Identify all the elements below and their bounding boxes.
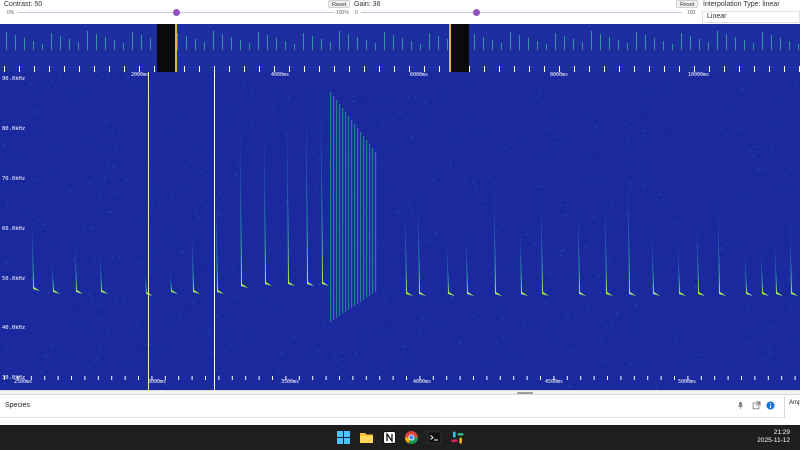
notion-icon[interactable] (381, 429, 398, 446)
contrast-min-label: 0% (7, 10, 15, 16)
spectrogram-canvas (0, 72, 800, 390)
overview-time-label: 8000ms (550, 72, 569, 78)
clock-time: 21:29 (773, 429, 790, 436)
freq-label: 80.0kHz (2, 126, 26, 132)
contrast-slider-thumb[interactable] (172, 9, 180, 16)
noise-layer (0, 72, 800, 390)
microphone-icon[interactable] (736, 401, 745, 410)
gain-max-label: 100 (687, 10, 696, 16)
overview-time-label: 10000ms (688, 72, 710, 78)
overview-window-left-mask (157, 24, 177, 72)
windows-start-icon[interactable] (335, 429, 352, 446)
bat-calls (32, 82, 798, 322)
info-icon[interactable] (766, 401, 775, 410)
os-taskbar: 21:29 2025-11-12 (0, 425, 800, 450)
overview-window-left-handle[interactable] (175, 24, 177, 72)
overview-time-label: 6000ms (410, 72, 429, 78)
interpolation-select[interactable]: Linear (702, 11, 800, 23)
gain-slider-thumb[interactable] (473, 9, 481, 16)
freq-label: 50.0kHz (2, 276, 26, 282)
overview-waveform (4, 31, 800, 72)
species-title: Species (5, 402, 30, 409)
time-axis-label: 3000ms (148, 379, 167, 385)
system-clock[interactable]: 21:29 2025-11-12 (757, 429, 790, 445)
freq-label: 40.0kHz (2, 325, 26, 331)
contrast-max-label: 100% (336, 10, 349, 16)
amplitude-tab[interactable]: Amp (784, 396, 800, 418)
playhead-marker[interactable] (214, 72, 215, 390)
spectrogram-view[interactable]: 90.0kHz 80.0kHz 70.0kHz 60.0kHz 50.0kHz … (0, 72, 800, 390)
slack-icon[interactable] (449, 429, 466, 446)
time-ticks (4, 376, 796, 380)
time-axis-label: 3500ms (281, 379, 300, 385)
overview-time-label: 2000ms (131, 72, 150, 78)
contrast-label: Contrast: 50 (4, 1, 43, 8)
resize-handle[interactable] (517, 392, 533, 394)
overview-spectrogram[interactable] (0, 24, 800, 72)
gain-slider-track[interactable] (361, 12, 682, 13)
selection-marker-start[interactable] (148, 72, 149, 390)
app-window: Contrast: 50 Reset 0% 100% Gain: 36 Rese… (0, 0, 800, 450)
time-axis-label: 4500ms (545, 379, 564, 385)
freq-label: 70.0kHz (2, 176, 26, 182)
freq-label: 90.0kHz (2, 76, 26, 82)
chrome-icon[interactable] (403, 429, 420, 446)
external-link-icon[interactable] (752, 401, 761, 410)
control-bar: Contrast: 50 Reset 0% 100% Gain: 36 Rese… (0, 0, 800, 24)
freq-label: 60.0kHz (2, 226, 26, 232)
time-axis-label: 5000ms (678, 379, 697, 385)
time-axis-label: 2500ms (14, 379, 33, 385)
clock-date: 2025-11-12 (757, 437, 790, 444)
contrast-reset-button[interactable]: Reset (328, 0, 351, 8)
gain-label: Gain: 36 (354, 1, 381, 8)
interpolation-label: Interpolation Type: linear (703, 1, 780, 8)
panel-resize-divider[interactable] (0, 390, 800, 395)
overview-window-right-mask (449, 24, 469, 72)
gain-min-label: 0 (355, 10, 358, 16)
file-explorer-icon[interactable] (358, 429, 375, 446)
species-panel: Species (0, 396, 783, 418)
overview-window-right-handle[interactable] (449, 24, 451, 72)
gain-reset-button[interactable]: Reset (676, 0, 699, 8)
time-axis-label: 4000ms (413, 379, 432, 385)
terminal-icon[interactable] (426, 429, 443, 446)
overview-time-label: 4000ms (271, 72, 290, 78)
